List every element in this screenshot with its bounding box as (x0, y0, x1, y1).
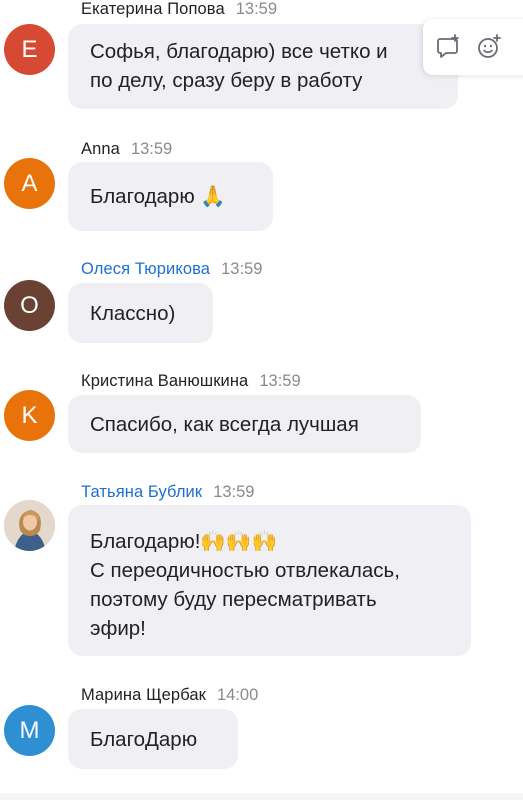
user-photo-icon (4, 500, 55, 551)
message-line: поэтому буду пересматривать (90, 588, 377, 611)
avatar[interactable]: M (4, 705, 55, 756)
author-name[interactable]: Марина Щербак (81, 686, 206, 704)
message-header: Татьяна Бублик 13:59 (81, 481, 254, 503)
author-name[interactable]: Екатерина Попова (81, 0, 225, 18)
author-name[interactable]: Татьяна Бублик (81, 483, 202, 501)
message-line: Софья, благодарю) все четко и (90, 40, 388, 63)
message-time: 14:00 (216, 686, 259, 704)
chat-panel: E Екатерина Попова 13:59 Софья, благодарю… (0, 0, 523, 800)
avatar[interactable]: A (4, 158, 55, 209)
message-bubble[interactable]: Благодарю 🙏 (68, 162, 273, 231)
message-actions-toolbar (423, 19, 523, 75)
message-line: Классно) (90, 302, 176, 325)
avatar[interactable]: E (4, 24, 55, 75)
author-name[interactable]: Олеся Тюрикова (81, 260, 210, 278)
message-time: 13:59 (221, 260, 263, 278)
message-header: Екатерина Попова 13:59 (81, 0, 277, 20)
message-time: 13:59 (235, 0, 278, 18)
message-line: Спасибо, как всегда лучшая (90, 413, 359, 436)
message-header: Марина Щербак 14:00 (81, 684, 258, 706)
message-line: Благодарю!🙌🙌🙌 (90, 530, 277, 553)
message-bubble[interactable]: Благодарю!🙌🙌🙌 С переодичностью отвлекала… (68, 505, 471, 656)
divider (0, 793, 523, 800)
message-header: Anna 13:59 (81, 138, 172, 160)
author-name[interactable]: Anna (81, 140, 120, 158)
message-bubble[interactable]: Спасибо, как всегда лучшая (68, 395, 421, 453)
avatar[interactable] (4, 500, 55, 551)
avatar[interactable]: K (4, 390, 55, 441)
message-bubble[interactable]: Классно) (68, 283, 213, 343)
message-bubble[interactable]: БлагоДарю (68, 709, 238, 769)
author-name[interactable]: Кристина Ванюшкина (81, 372, 248, 390)
message-bubble[interactable]: Софья, благодарю) все четко и по делу, с… (68, 24, 458, 109)
message-header: Олеся Тюрикова 13:59 (81, 258, 262, 280)
add-reaction-icon[interactable] (475, 33, 503, 61)
message-line: Благодарю 🙏 (90, 185, 226, 208)
message-header: Кристина Ванюшкина 13:59 (81, 370, 301, 392)
message-line: С переодичностью отвлекалась, (90, 559, 400, 582)
reply-in-thread-icon[interactable] (435, 33, 463, 61)
message-time: 13:59 (130, 140, 173, 158)
message-line: по делу, сразу беру в работу (90, 69, 363, 92)
avatar[interactable]: O (4, 280, 55, 331)
message-line: БлагоДарю (90, 728, 198, 751)
message-line: эфир! (90, 617, 146, 640)
message-time: 13:59 (259, 372, 301, 390)
message-time: 13:59 (213, 483, 255, 501)
